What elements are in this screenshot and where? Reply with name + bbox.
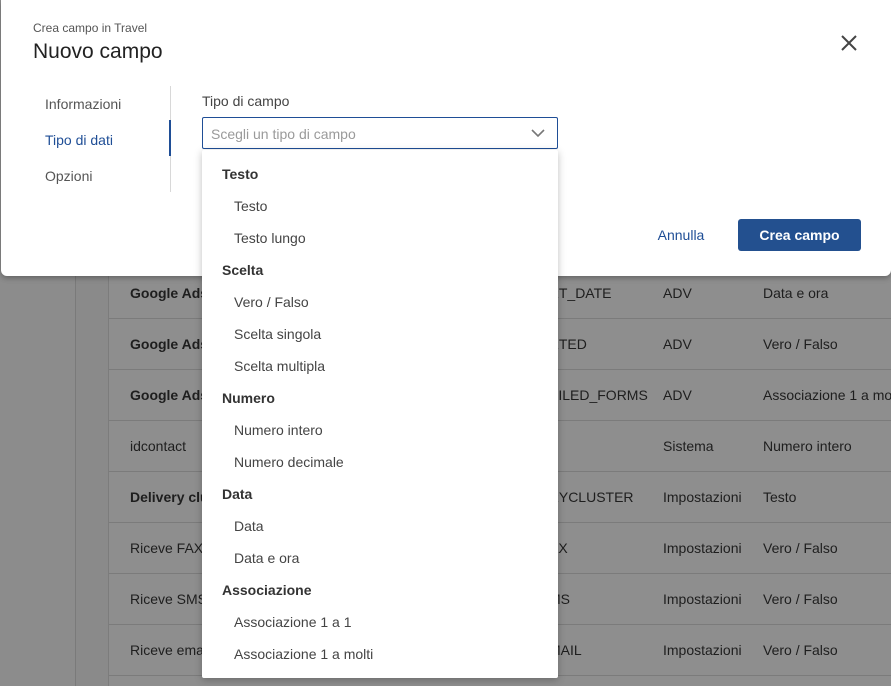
background-cell-name: Riceve SMS (130, 591, 208, 607)
dropdown-option[interactable]: Testo (202, 190, 558, 222)
background-cell-type: Vero / Falso (763, 336, 838, 352)
background-cell-name: Riceve ema (130, 642, 204, 658)
background-cell-type: Vero / Falso (763, 642, 838, 658)
background-cell-type: Numero intero (763, 438, 852, 454)
dropdown-group-header: Data (222, 486, 253, 502)
background-cell-source: Impostazioni (663, 642, 742, 658)
create-field-button[interactable]: Crea campo (738, 219, 861, 251)
dropdown-option[interactable]: Testo lungo (202, 222, 558, 254)
background-cell-name: Google Ads (130, 387, 209, 403)
background-cell-type: Associazione 1 a mo (763, 387, 891, 403)
nav-item-opzioni[interactable]: Opzioni (45, 158, 171, 194)
dropdown-group-header: Numero (222, 390, 275, 406)
chevron-down-icon (531, 129, 545, 138)
active-step-indicator (169, 120, 171, 156)
background-cell-name: Google Ads (130, 336, 209, 352)
background-cell-key: RT_DATE (549, 285, 612, 301)
field-type-select[interactable]: Scegli un tipo di campo (202, 117, 558, 149)
dropdown-option[interactable]: Numero intero (202, 414, 558, 446)
background-cell-type: Vero / Falso (763, 540, 838, 556)
nav-item-informazioni[interactable]: Informazioni (45, 86, 171, 122)
modal-steps-nav: Informazioni Tipo di dati Opzioni (1, 86, 171, 192)
background-cell-source: Impostazioni (663, 591, 742, 607)
modal-subtitle: Crea campo in Travel (33, 21, 148, 35)
dropdown-option[interactable]: Associazione 1 a 1 (202, 606, 558, 638)
background-cell-type: Testo (763, 489, 797, 505)
nav-item-tipo-di-dati[interactable]: Tipo di dati (45, 122, 171, 158)
dropdown-option[interactable]: Data (202, 510, 558, 542)
background-cell-key: PILED_FORMS (549, 387, 648, 403)
background-cell-source: Sistema (663, 438, 714, 454)
background-cell-source: ADV (663, 387, 692, 403)
dropdown-option[interactable]: Vero / Falso (202, 286, 558, 318)
select-placeholder: Scegli un tipo di campo (211, 126, 356, 142)
background-cell-name: idcontact (130, 438, 187, 454)
modal-title: Nuovo campo (33, 40, 163, 63)
dropdown-option[interactable]: Associazione 1 a molti (202, 638, 558, 670)
close-button[interactable] (839, 33, 859, 53)
field-type-dropdown: Testo Testo Testo lungo Scelta Vero / Falso S… (202, 150, 558, 678)
dropdown-option[interactable]: Scelta singola (202, 318, 558, 350)
dropdown-group-header: Associazione (222, 582, 312, 598)
background-cell-key: RYCLUSTER (549, 489, 634, 505)
field-type-label: Tipo di campo (202, 93, 290, 109)
dropdown-option[interactable]: Scelta multipla (202, 350, 558, 382)
background-cell-source: Impostazioni (663, 540, 742, 556)
background-cell-name: Delivery clu (130, 489, 209, 505)
cancel-button[interactable]: Annulla (649, 220, 713, 250)
background-cell-source: Impostazioni (663, 489, 742, 505)
background-cell-source: ADV (663, 336, 692, 352)
dropdown-option[interactable]: Data e ora (202, 542, 558, 574)
dropdown-group-header: Scelta (222, 262, 264, 278)
background-cell-type: Vero / Falso (763, 591, 838, 607)
background-cell-source: ADV (663, 285, 692, 301)
background-cell-type: Data e ora (763, 285, 829, 301)
dropdown-option[interactable]: Numero decimale (202, 446, 558, 478)
background-cell-name: Google Ads (130, 285, 209, 301)
close-icon (841, 35, 857, 51)
background-cell-name: Riceve FAX (130, 540, 204, 556)
dropdown-group-header: Testo (222, 166, 259, 182)
